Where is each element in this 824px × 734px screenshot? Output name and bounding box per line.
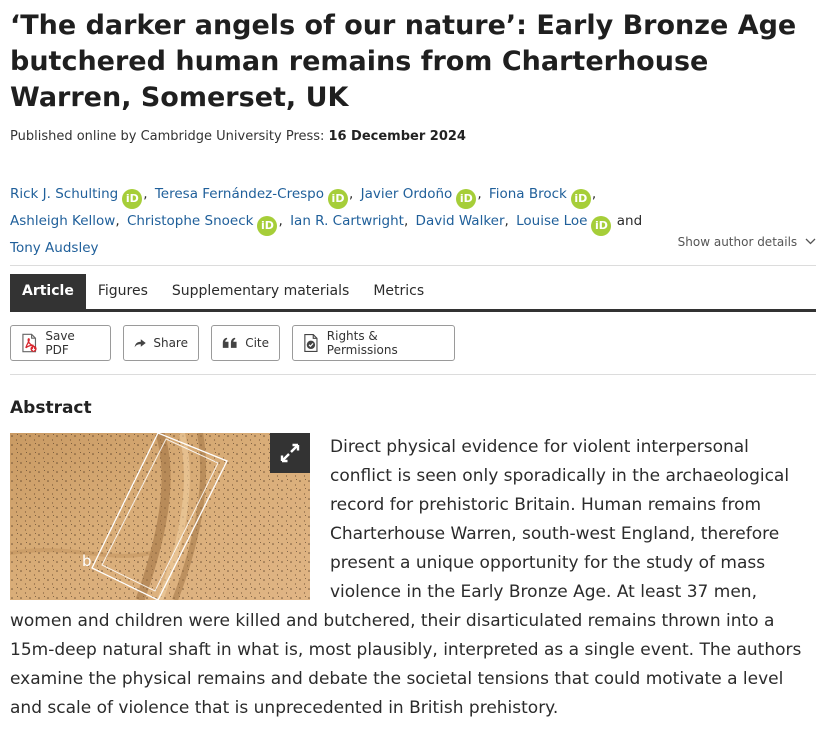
author-separator: , [591,186,597,202]
author-link[interactable]: Javier Ordoño [361,186,453,202]
divider [10,374,816,375]
save-pdf-label: Save PDF [45,329,75,357]
quote-icon [222,337,237,348]
bone-surface-image [10,433,310,600]
tab-figures[interactable]: Figures [86,274,160,310]
author-separator: , [278,213,283,229]
orcid-icon[interactable]: iD [591,216,612,236]
rights-permissions-button[interactable]: Rights & Permissions [292,325,455,361]
abstract-heading: Abstract [10,398,92,418]
tab-metrics[interactable]: Metrics [361,274,436,310]
divider [10,265,816,266]
abstract-figure-thumbnail[interactable]: b [10,433,310,600]
chevron-down-icon [805,238,816,245]
author-link[interactable]: David Walker [416,213,505,229]
author-link[interactable]: Fiona Brock [489,186,567,202]
tab-article[interactable]: Article [10,274,86,310]
expand-icon[interactable] [270,433,310,473]
orcid-icon[interactable]: iD [122,189,143,209]
tab-supplementary-materials[interactable]: Supplementary materials [160,274,361,310]
abstract-body: b Direct physical evidence for violent i… [10,433,816,723]
author-separator: , [143,186,148,202]
author-link[interactable]: Tony Audsley [10,240,99,256]
author-link[interactable]: Rick J. Schulting [10,186,118,202]
author-link[interactable]: Louise Loe [516,213,587,229]
author-link[interactable]: Christophe Snoeck [127,213,254,229]
article-actions: Save PDF Share Cite Rights & Permissions [10,325,455,361]
author-separator: , [115,213,120,229]
author-separator: , [504,213,509,229]
rights-permissions-label: Rights & Permissions [326,329,398,357]
author-separator: , [477,186,482,202]
figure-label-b: b [82,552,92,570]
cite-button[interactable]: Cite [211,325,280,361]
article-tabs: Article Figures Supplementary materials … [10,274,436,310]
cite-label: Cite [245,336,269,350]
share-arrow-icon [134,339,146,348]
author-separator: , [349,186,354,202]
pdf-icon [22,333,37,353]
author-separator: , [403,213,409,229]
article-title: ‘The darker angels of our nature’: Early… [10,10,797,113]
author-link[interactable]: Ian R. Cartwright [290,213,404,229]
rights-document-icon [304,334,318,352]
share-button[interactable]: Share [123,325,199,361]
authors-and-text: and [616,213,643,229]
share-label: Share [153,336,188,350]
show-author-details-toggle[interactable]: Show author details [678,235,816,249]
tab-underline [10,309,816,312]
published-label: Published online by Cambridge University… [10,129,325,144]
author-link[interactable]: Ashleigh Kellow [10,213,115,229]
save-pdf-button[interactable]: Save PDF [10,325,111,361]
orcid-icon[interactable]: iD [328,189,348,209]
show-author-details-label: Show author details [677,235,798,249]
orcid-icon[interactable]: iD [570,189,591,209]
author-link[interactable]: Teresa Fernández-Crespo [155,186,324,202]
orcid-icon[interactable]: iD [257,216,278,236]
published-date: 16 December 2024 [328,129,466,144]
orcid-icon[interactable]: iD [456,189,477,209]
publication-info: Published online by Cambridge University… [10,129,466,144]
